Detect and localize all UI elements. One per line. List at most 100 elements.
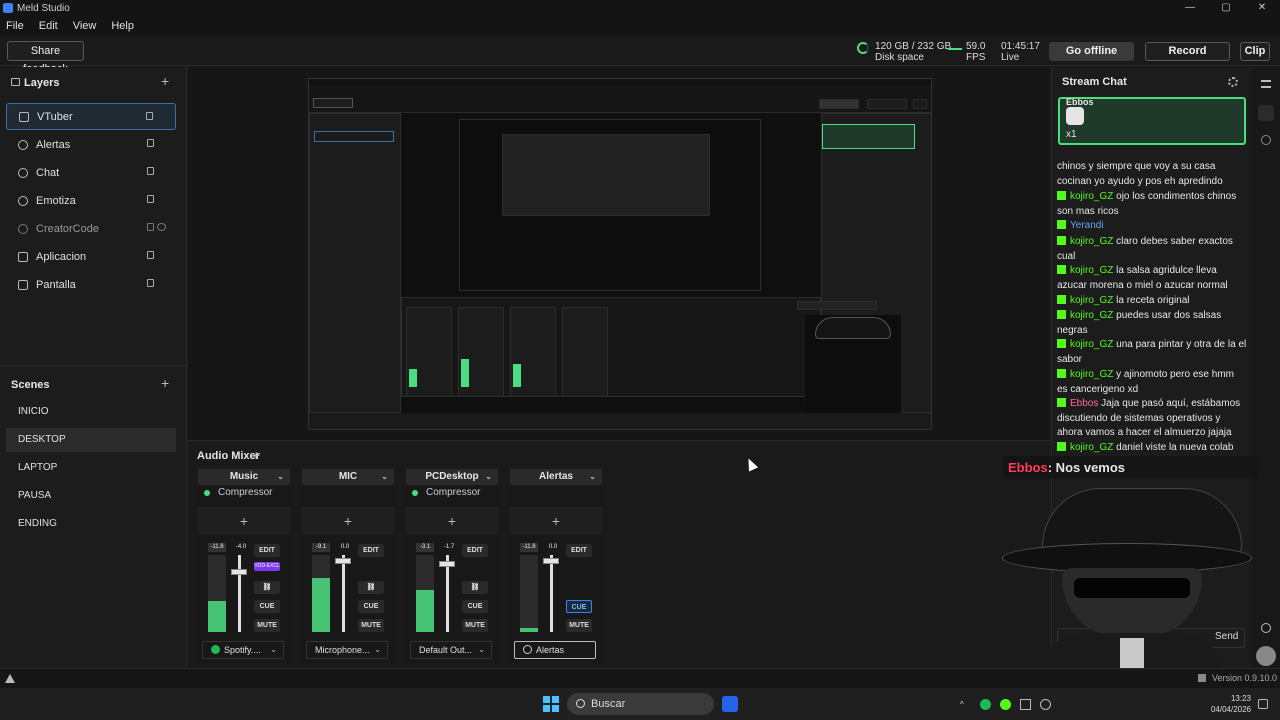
close-button[interactable]: ✕: [1244, 0, 1280, 16]
lock-icon[interactable]: [146, 112, 153, 120]
chevron-down-icon[interactable]: ⌄: [589, 469, 596, 485]
source-select[interactable]: Alertas: [514, 641, 596, 659]
add-filter-button[interactable]: +: [198, 507, 290, 535]
maximize-button[interactable]: ▢: [1208, 0, 1244, 16]
clip-button[interactable]: Clip: [1240, 42, 1270, 61]
vod-exclude-badge[interactable]: VOD-EXCL: [254, 562, 280, 571]
edit-button[interactable]: EDIT: [358, 544, 384, 557]
link-icon[interactable]: ⛓: [462, 581, 488, 594]
message-user[interactable]: kojiro_GZ: [1070, 265, 1113, 276]
chevron-down-icon[interactable]: ⌄: [381, 469, 388, 485]
add-filter-button[interactable]: +: [302, 507, 394, 535]
add-filter-button[interactable]: +: [510, 507, 602, 535]
menu-icon[interactable]: [1261, 80, 1271, 88]
menu-help[interactable]: Help: [111, 20, 134, 32]
clock-date[interactable]: 04/04/2026: [1203, 705, 1251, 714]
stream-preview[interactable]: [308, 78, 932, 430]
edit-button[interactable]: EDIT: [254, 544, 280, 557]
channel-header[interactable]: MIC ⌄: [302, 469, 394, 485]
link-icon[interactable]: ⛓: [254, 581, 280, 594]
lock-icon[interactable]: [147, 139, 154, 147]
fader-knob[interactable]: [231, 568, 247, 575]
message-user[interactable]: kojiro_GZ: [1070, 442, 1113, 453]
channel-header[interactable]: Alertas ⌄: [510, 469, 602, 485]
source-select[interactable]: Microphone... ⌄: [306, 641, 388, 659]
fader-knob[interactable]: [335, 558, 351, 565]
add-audio-source-button[interactable]: +: [252, 447, 260, 463]
add-filter-button[interactable]: +: [406, 507, 498, 535]
layer-item-alertas[interactable]: Alertas: [6, 131, 176, 158]
lock-icon[interactable]: [147, 251, 154, 259]
channel-header[interactable]: PCDesktop ⌄: [406, 469, 498, 485]
scene-item-laptop[interactable]: LAPTOP: [6, 456, 176, 480]
filter-row[interactable]: [510, 485, 602, 501]
link-icon[interactable]: ⛓: [358, 581, 384, 594]
layer-item-creatorcode[interactable]: CreatorCode: [6, 215, 176, 242]
edit-button[interactable]: EDIT: [462, 544, 488, 557]
hidden-eye-icon[interactable]: [157, 223, 166, 231]
message-user[interactable]: Yerandi: [1070, 220, 1104, 231]
network-tray-icon[interactable]: [1040, 699, 1051, 710]
layer-item-chat[interactable]: Chat: [6, 159, 176, 186]
mute-button[interactable]: MUTE: [566, 619, 592, 632]
lock-icon[interactable]: [147, 167, 154, 175]
cue-button[interactable]: CUE: [358, 600, 384, 613]
mute-button[interactable]: MUTE: [358, 619, 384, 632]
start-icon[interactable]: [543, 696, 559, 712]
chevron-down-icon[interactable]: ⌄: [485, 469, 492, 485]
mute-button[interactable]: MUTE: [254, 619, 280, 632]
mute-button[interactable]: MUTE: [462, 619, 488, 632]
filter-row[interactable]: [302, 485, 394, 501]
source-select[interactable]: Spotify.... ⌄: [202, 641, 284, 659]
warning-icon[interactable]: [5, 674, 15, 683]
lock-icon[interactable]: [147, 195, 154, 203]
menu-view[interactable]: View: [73, 20, 97, 32]
share-feedback-button[interactable]: Share feedback: [7, 41, 84, 75]
go-offline-button[interactable]: Go offline: [1049, 42, 1134, 61]
meld-taskbar-icon[interactable]: [722, 696, 738, 712]
edit-button[interactable]: EDIT: [566, 544, 592, 557]
channel-header[interactable]: Music ⌄: [198, 469, 290, 485]
minimize-button[interactable]: —: [1172, 0, 1208, 16]
chevron-up-icon[interactable]: ^: [960, 700, 964, 709]
message-user[interactable]: kojiro_GZ: [1070, 191, 1113, 202]
notification-icon[interactable]: [1258, 699, 1268, 709]
fader-knob[interactable]: [543, 558, 559, 565]
taskbar-search-input[interactable]: Buscar: [567, 693, 714, 715]
fader-knob[interactable]: [439, 561, 455, 568]
fader-track[interactable]: [342, 555, 345, 632]
scene-item-pausa[interactable]: PAUSA: [6, 484, 176, 508]
filter-row[interactable]: Compressor: [406, 485, 498, 501]
cue-button[interactable]: CUE: [462, 600, 488, 613]
source-select[interactable]: Default Out... ⌄: [410, 641, 492, 659]
layer-item-emotiza[interactable]: Emotiza: [6, 187, 176, 214]
chevron-down-icon[interactable]: ⌄: [277, 469, 284, 485]
spotify-tray-icon[interactable]: [980, 699, 991, 710]
avatar[interactable]: [1256, 646, 1276, 666]
scene-item-ending[interactable]: ENDING: [6, 512, 176, 536]
message-user[interactable]: kojiro_GZ: [1070, 236, 1113, 247]
layer-item-vtuber[interactable]: VTuber: [6, 103, 176, 130]
message-user[interactable]: kojiro_GZ: [1070, 369, 1113, 380]
chat-bubble-icon[interactable]: [1258, 105, 1274, 121]
menu-file[interactable]: File: [6, 20, 24, 32]
layer-item-aplicacion[interactable]: Aplicacion: [6, 243, 176, 270]
activity-icon[interactable]: [1261, 135, 1271, 145]
message-user[interactable]: Ebbos: [1070, 398, 1098, 409]
record-button[interactable]: Record: [1145, 42, 1230, 61]
scene-item-inicio[interactable]: INICIO: [6, 400, 176, 424]
scene-item-desktop[interactable]: DESKTOP: [6, 428, 176, 452]
message-user[interactable]: kojiro_GZ: [1070, 339, 1113, 350]
fader-track[interactable]: [550, 555, 553, 632]
gear-icon[interactable]: [1228, 77, 1238, 87]
menu-edit[interactable]: Edit: [39, 20, 58, 32]
message-user[interactable]: kojiro_GZ: [1070, 310, 1113, 321]
keyboard-tray-icon[interactable]: [1020, 699, 1031, 710]
clock-time[interactable]: 13:23: [1213, 694, 1251, 703]
layer-item-pantalla[interactable]: Pantalla: [6, 271, 176, 298]
message-user[interactable]: kojiro_GZ: [1070, 295, 1113, 306]
fader-track[interactable]: [238, 555, 241, 632]
settings-icon[interactable]: [1261, 623, 1271, 633]
lock-icon[interactable]: [147, 223, 154, 231]
add-layer-button[interactable]: +: [161, 73, 169, 89]
